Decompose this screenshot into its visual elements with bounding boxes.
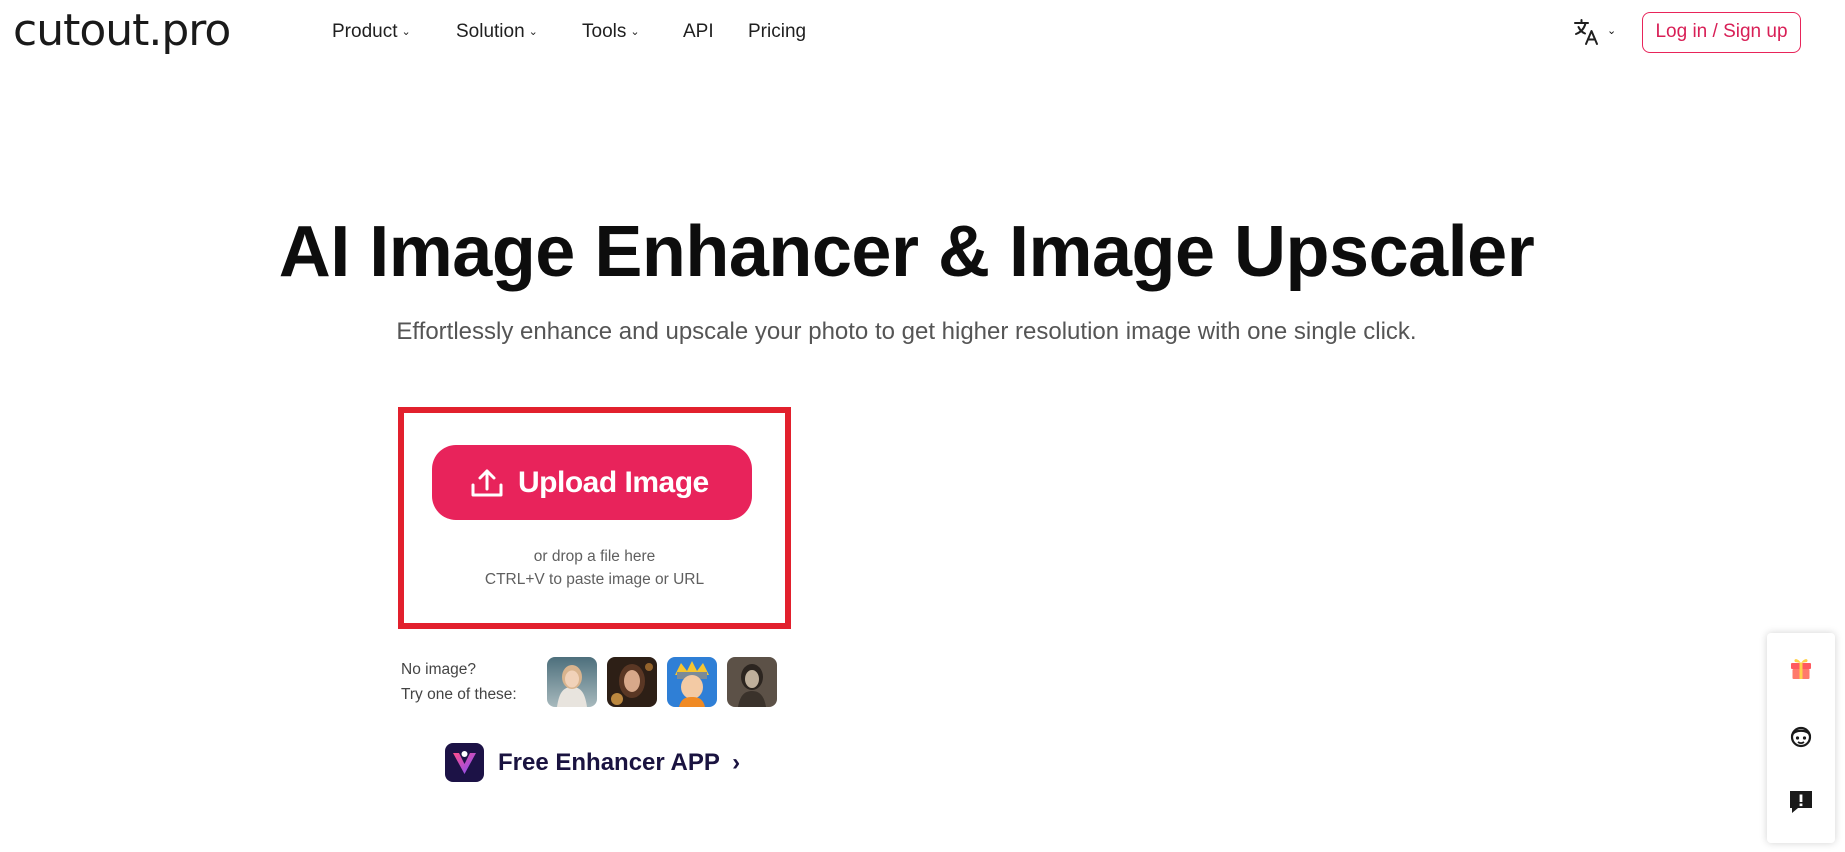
upload-button-label: Upload Image (518, 466, 709, 499)
nav-solution[interactable]: Solution ⌄ (456, 20, 538, 44)
nav-api-label: API (683, 21, 714, 42)
cutout-logo[interactable]: cutout.pro (13, 6, 231, 56)
vintage-woman-portrait (727, 657, 777, 707)
blonde-girl-portrait (547, 657, 597, 707)
language-selector[interactable]: ⌄ (1572, 17, 1618, 47)
sample-thumbnail-3[interactable] (667, 657, 717, 707)
chevron-down-icon: ⌄ (1607, 25, 1617, 37)
nav-product[interactable]: Product ⌄ (332, 20, 411, 44)
support-button[interactable] (1787, 723, 1815, 751)
page-subtitle: Effortlessly enhance and upscale your ph… (396, 318, 1417, 345)
translate-icon (1574, 19, 1598, 45)
nav-api[interactable]: API (683, 20, 714, 44)
login-signup-button[interactable]: Log in / Sign up (1642, 12, 1801, 53)
nav-tools[interactable]: Tools ⌄ (582, 20, 640, 44)
gift-button[interactable] (1787, 653, 1815, 681)
sample-thumbnail-2[interactable] (607, 657, 657, 707)
paste-hint: CTRL+V to paste image or URL (484, 571, 705, 588)
sample-thumbnail-4[interactable] (727, 657, 777, 707)
feedback-icon (1790, 791, 1812, 813)
chevron-down-icon: ⌄ (630, 26, 640, 38)
page-title: AI Image Enhancer & Image Upscaler (278, 212, 1535, 292)
app-logo-icon (445, 743, 484, 782)
chevron-right-icon: › (732, 749, 741, 776)
upload-image-button[interactable]: Upload Image (432, 445, 752, 520)
chevron-down-icon: ⌄ (401, 26, 411, 38)
nav-solution-label: Solution (456, 21, 525, 42)
support-agent-icon (1790, 726, 1812, 748)
drop-hint: or drop a file here (533, 548, 656, 565)
app-link-label: Free Enhancer APP › (498, 748, 740, 778)
nav-product-label: Product (332, 21, 398, 42)
sample-thumbnail-1[interactable] (547, 657, 597, 707)
nav-pricing-label: Pricing (748, 21, 807, 42)
sample-label-line1: No image? (401, 661, 476, 678)
sample-label-line2: Try one of these: (401, 686, 517, 703)
floating-side-panel (1767, 633, 1835, 843)
gift-icon (1791, 659, 1811, 679)
app-link-text: Free Enhancer APP (498, 749, 720, 776)
nav-pricing[interactable]: Pricing (748, 20, 806, 44)
upload-icon (471, 469, 503, 497)
nav-tools-label: Tools (582, 21, 627, 42)
chevron-down-icon: ⌄ (528, 26, 538, 38)
woman-portrait (607, 657, 657, 707)
upload-dropzone[interactable]: Upload Image or drop a file here CTRL+V … (398, 407, 791, 629)
anime-ninja-character (667, 657, 717, 707)
feedback-button[interactable] (1787, 788, 1815, 816)
top-navigation: cutout.pro Product ⌄ Solution ⌄ Tools ⌄ API… (0, 0, 1845, 64)
